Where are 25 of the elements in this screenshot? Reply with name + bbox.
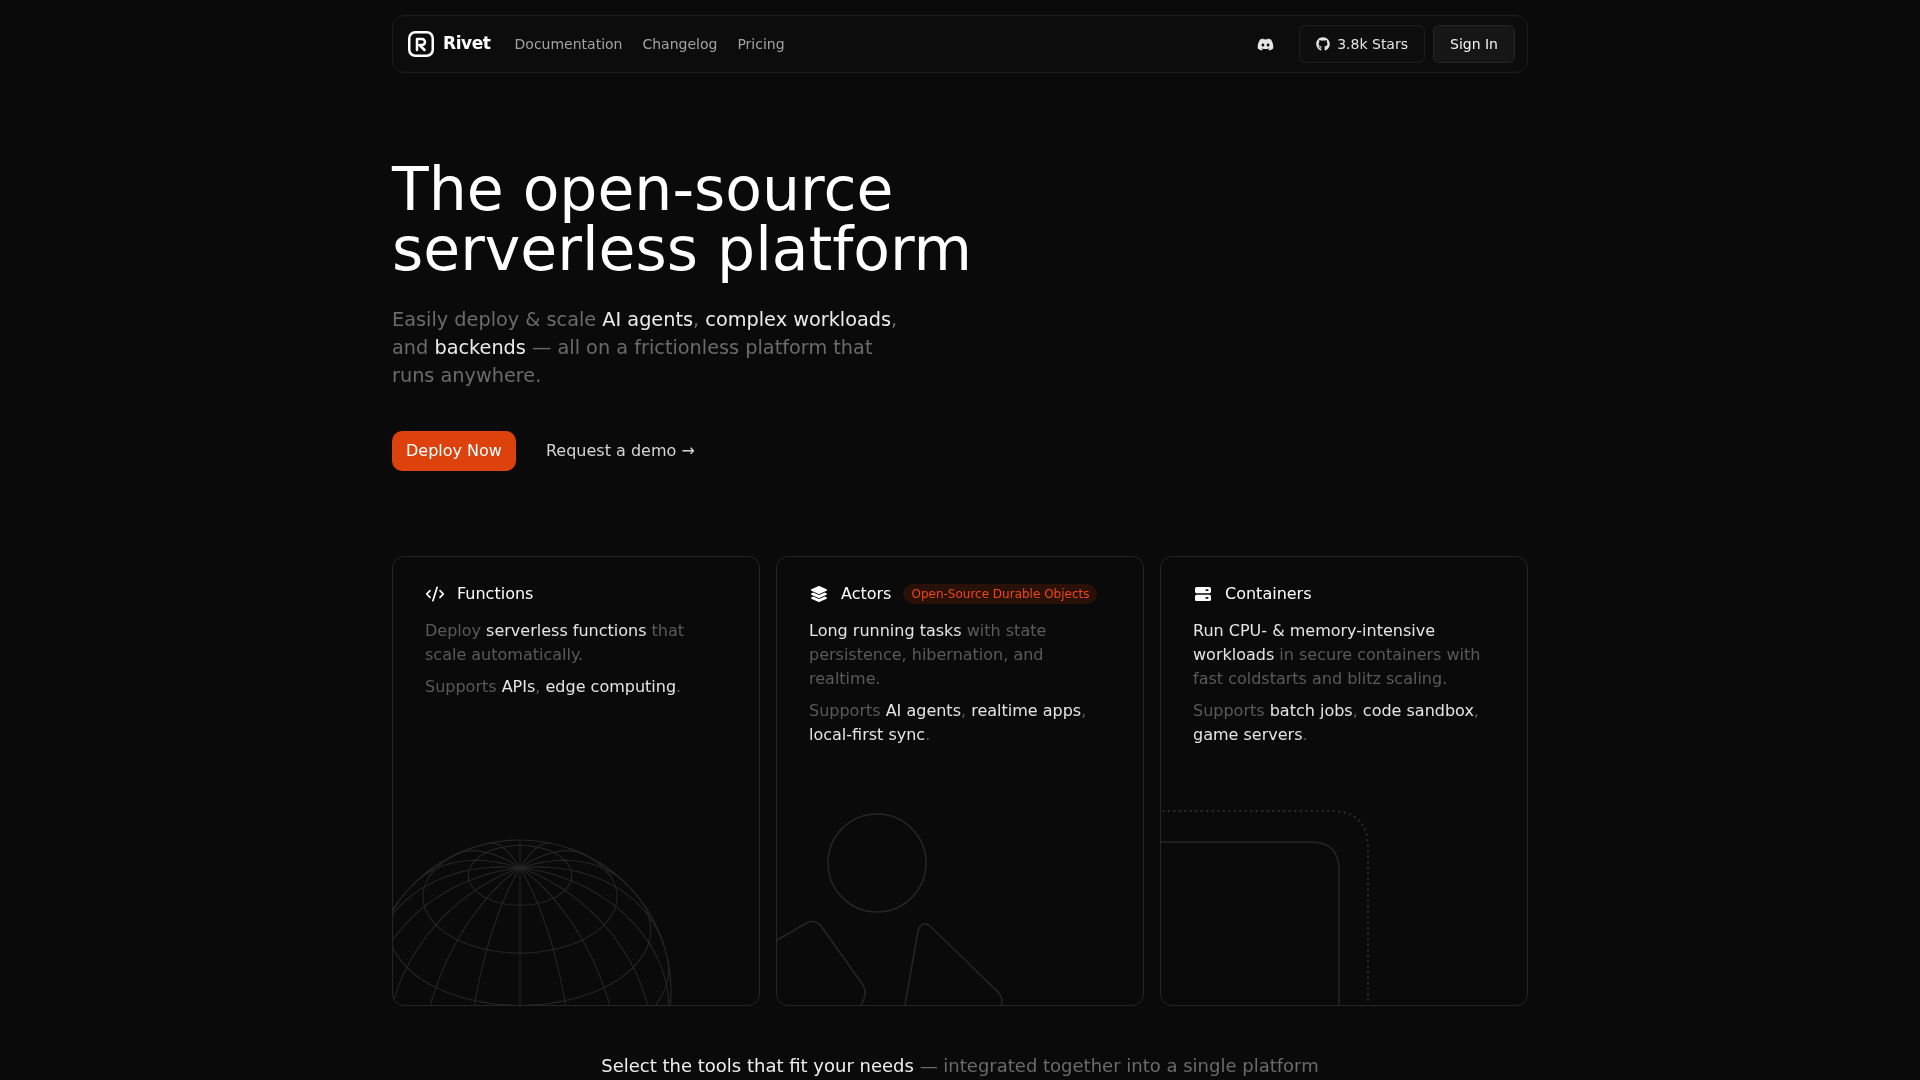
- nav-link[interactable]: Documentation: [514, 34, 623, 54]
- section-heading: Select the tools that fit your needs — integrated together into a single platform: [600, 1054, 1320, 1078]
- code-icon: [425, 584, 445, 604]
- github-icon: [1316, 37, 1331, 51]
- card-title: Actors: [841, 583, 892, 605]
- brand-name: Rivet: [443, 32, 491, 56]
- card-title: Functions: [457, 583, 534, 605]
- nav-link[interactable]: Changelog: [642, 34, 718, 54]
- sign-in-button[interactable]: Sign In: [1433, 25, 1515, 63]
- nav-link[interactable]: Pricing: [737, 34, 785, 54]
- card-supports-text: Supports AI agents, realtime apps, local-first sync.: [809, 700, 1088, 746]
- card-supports-text: Supports batch jobs, code sandbox, game servers.: [1193, 700, 1480, 746]
- deploy-now-button[interactable]: Deploy Now: [392, 431, 516, 471]
- server-icon: [1195, 586, 1211, 602]
- github-stars-button[interactable]: 3.8k Stars: [1299, 25, 1425, 63]
- card-badge: Open-Source Durable Objects: [903, 584, 1098, 604]
- layers-icon: [811, 586, 827, 602]
- card-supports-text: Supports APIs, edge computing.: [425, 676, 683, 698]
- card-title: Containers: [1225, 583, 1312, 605]
- card-description: Run CPU- & memory-intensive workloads in secure containers with fast coldstarts and blitz scaling.: [1193, 620, 1482, 690]
- card-description: Long running tasks with state persistence, hibernation, and realtime.: [809, 620, 1048, 690]
- card-description: Deploy serverless functions that scale automatically.: [425, 620, 686, 666]
- logo-icon: [408, 31, 434, 57]
- hero-subtitle: Easily deploy & scale AI agents, complex workloads, and backends — all on a frictionless platform that runs anywhere.: [392, 307, 899, 389]
- request-demo-link[interactable]: Request a demo →: [545, 439, 695, 463]
